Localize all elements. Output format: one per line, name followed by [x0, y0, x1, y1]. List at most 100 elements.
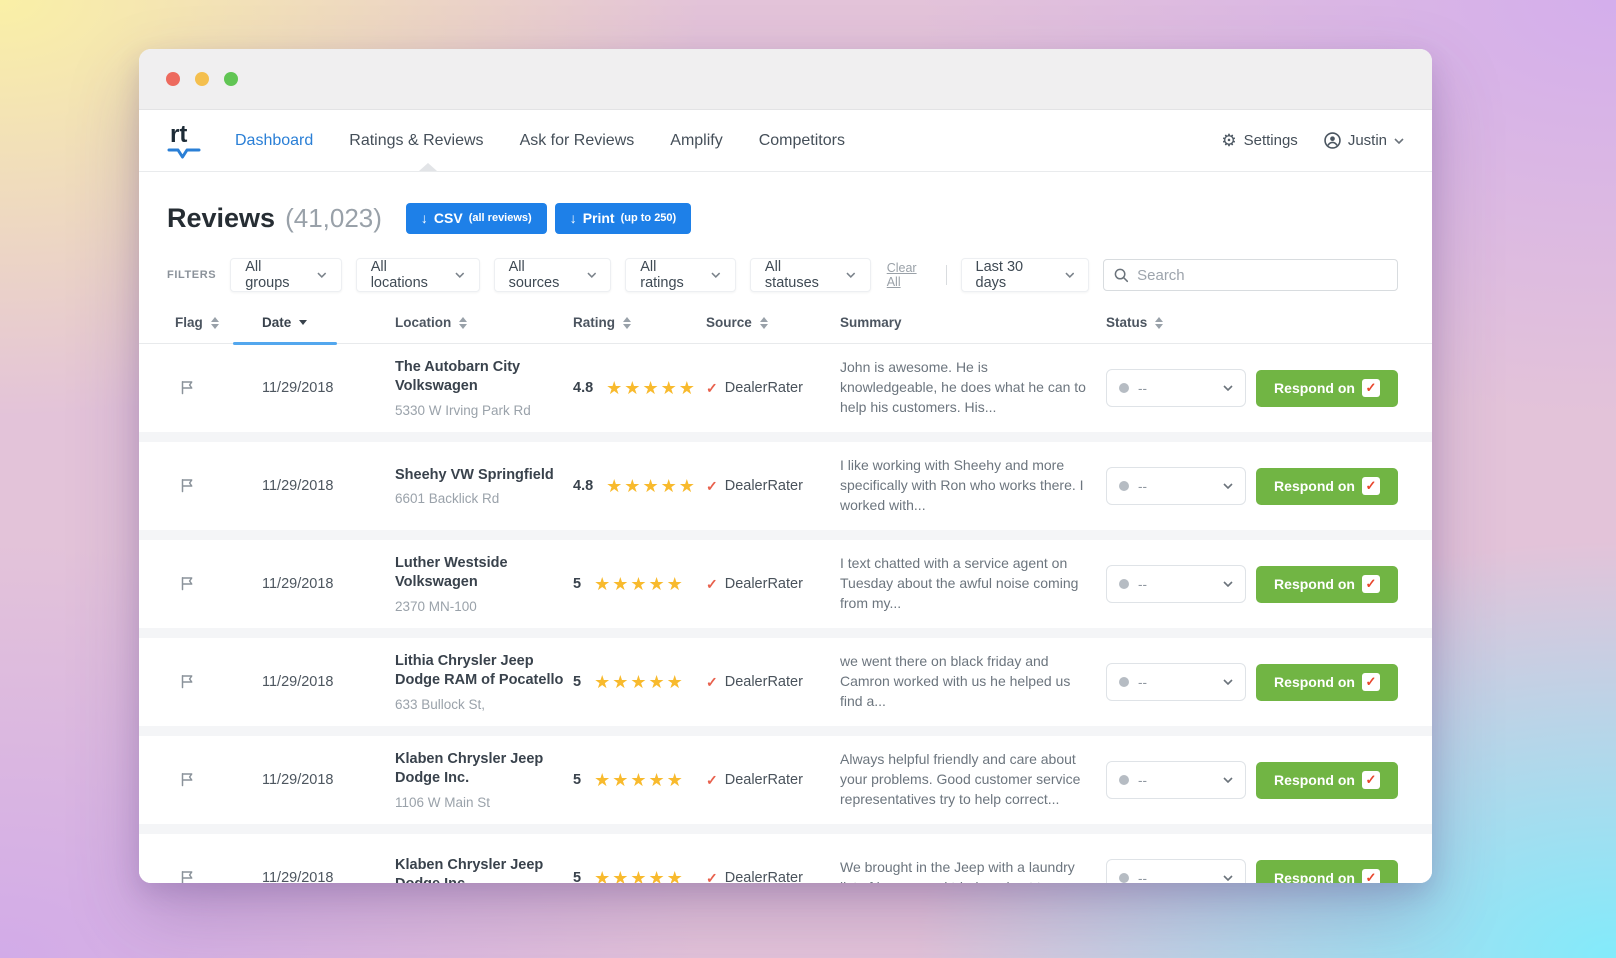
nav-item-ask-for-reviews[interactable]: Ask for Reviews — [520, 132, 635, 150]
source-check-icon: ✓ — [706, 380, 718, 397]
user-menu[interactable]: Justin — [1324, 132, 1404, 149]
status-dot-icon — [1119, 481, 1129, 491]
filter-ratings-dropdown[interactable]: All ratings — [625, 258, 736, 292]
chevron-down-icon — [587, 272, 597, 278]
respond-label: Respond on — [1274, 380, 1355, 396]
column-header-source[interactable]: Source — [706, 315, 840, 330]
download-icon: ↓ — [421, 210, 428, 226]
respond-button[interactable]: Respond on ✓ — [1256, 566, 1398, 603]
flag-icon[interactable] — [175, 475, 195, 496]
chevron-down-icon — [455, 272, 465, 278]
filters-label: FILTERS — [167, 269, 216, 281]
nav-item-amplify[interactable]: Amplify — [670, 132, 722, 150]
status-dropdown[interactable]: -- — [1106, 859, 1246, 883]
flag-icon[interactable] — [175, 769, 195, 790]
location-name: Klaben Chrysler Jeep Dodge Inc. — [395, 856, 573, 883]
table-row: 11/29/2018 Luther Westside Volkswagen237… — [139, 540, 1432, 628]
chevron-down-icon — [1065, 272, 1075, 278]
flag-icon[interactable] — [175, 671, 195, 692]
filter-label: All locations — [371, 259, 445, 291]
column-header-flag[interactable]: Flag — [175, 315, 262, 330]
status-dropdown[interactable]: -- — [1106, 761, 1246, 799]
divider — [946, 265, 947, 285]
respond-label: Respond on — [1274, 576, 1355, 592]
review-summary: we went there on black friday and Camron… — [840, 652, 1106, 712]
top-nav: rt Dashboard Ratings & Reviews Ask for R… — [139, 110, 1432, 172]
status-dropdown[interactable]: -- — [1106, 663, 1246, 701]
status-dropdown[interactable]: -- — [1106, 565, 1246, 603]
location-address: 633 Bullock St, — [395, 697, 573, 712]
column-header-date[interactable]: Date — [262, 315, 395, 330]
user-icon — [1324, 132, 1341, 149]
column-header-location[interactable]: Location — [395, 315, 573, 330]
search-field — [1103, 259, 1398, 291]
dealerrater-icon: ✓ — [1362, 575, 1380, 593]
chevron-down-icon — [317, 272, 327, 278]
print-label: Print — [583, 210, 615, 226]
header-label: Summary — [840, 315, 902, 330]
review-date: 11/29/2018 — [262, 674, 395, 690]
nav-item-dashboard[interactable]: Dashboard — [235, 132, 313, 150]
dealerrater-icon: ✓ — [1362, 673, 1380, 691]
respond-label: Respond on — [1274, 674, 1355, 690]
status-value: -- — [1138, 381, 1147, 396]
review-count: (41,023) — [285, 203, 382, 234]
filter-statuses-dropdown[interactable]: All statuses — [750, 258, 871, 292]
rating-value: 4.8 — [573, 380, 593, 396]
flag-icon[interactable] — [175, 377, 195, 398]
chevron-down-icon — [1223, 581, 1233, 587]
status-dropdown[interactable]: -- — [1106, 467, 1246, 505]
date-range-label: Last 30 days — [976, 259, 1055, 291]
flag-icon[interactable] — [175, 867, 195, 884]
sort-icon — [1155, 317, 1163, 329]
user-name: Justin — [1348, 132, 1387, 149]
rating-value: 5 — [573, 772, 581, 788]
filter-groups-dropdown[interactable]: All groups — [230, 258, 341, 292]
nav-item-competitors[interactable]: Competitors — [759, 132, 845, 150]
csv-export-button[interactable]: ↓ CSV (all reviews) — [406, 203, 547, 234]
status-dropdown[interactable]: -- — [1106, 369, 1246, 407]
column-header-status[interactable]: Status — [1106, 315, 1256, 330]
respond-button[interactable]: Respond on ✓ — [1256, 664, 1398, 701]
clear-all-link[interactable]: Clear All — [887, 261, 932, 289]
print-button[interactable]: ↓ Print (up to 250) — [555, 203, 692, 234]
search-icon — [1114, 268, 1129, 283]
sorted-column-indicator — [233, 342, 337, 345]
close-window-icon[interactable] — [166, 72, 180, 86]
header-label: Rating — [573, 315, 615, 330]
page-title: Reviews — [167, 203, 275, 234]
review-date: 11/29/2018 — [262, 478, 395, 494]
source-name: DealerRater — [725, 380, 803, 396]
settings-button[interactable]: ⚙ Settings — [1221, 132, 1297, 149]
status-dot-icon — [1119, 677, 1129, 687]
minimize-window-icon[interactable] — [195, 72, 209, 86]
source-check-icon: ✓ — [706, 870, 718, 884]
print-note: (up to 250) — [621, 212, 677, 224]
chevron-down-icon — [846, 272, 856, 278]
review-summary: John is awesome. He is knowledgeable, he… — [840, 358, 1106, 418]
status-value: -- — [1138, 871, 1147, 884]
page-header: Reviews (41,023) ↓ CSV (all reviews) ↓ P… — [167, 198, 1398, 238]
source-name: DealerRater — [725, 478, 803, 494]
gear-icon: ⚙ — [1221, 132, 1236, 149]
table-row: 11/29/2018 The Autobarn City Volkswagen5… — [139, 344, 1432, 432]
location-name: Klaben Chrysler Jeep Dodge Inc. — [395, 750, 573, 788]
search-input[interactable] — [1137, 267, 1387, 284]
respond-button[interactable]: Respond on ✓ — [1256, 370, 1398, 407]
date-range-dropdown[interactable]: Last 30 days — [961, 258, 1090, 292]
zoom-window-icon[interactable] — [224, 72, 238, 86]
filter-locations-dropdown[interactable]: All locations — [356, 258, 480, 292]
review-date: 11/29/2018 — [262, 870, 395, 883]
header-label: Date — [262, 315, 291, 330]
respond-button[interactable]: Respond on✓ — [1256, 468, 1398, 505]
flag-icon[interactable] — [175, 573, 195, 594]
respond-button[interactable]: Respond on✓ — [1256, 860, 1398, 884]
desktop-background: rt Dashboard Ratings & Reviews Ask for R… — [0, 0, 1616, 958]
reviewtrackers-logo[interactable]: rt — [167, 123, 205, 159]
filter-sources-dropdown[interactable]: All sources — [494, 258, 612, 292]
nav-item-ratings-reviews[interactable]: Ratings & Reviews — [349, 132, 483, 150]
respond-button[interactable]: Respond on✓ — [1256, 762, 1398, 799]
sort-icon — [459, 317, 467, 329]
column-header-rating[interactable]: Rating — [573, 315, 706, 330]
dealerrater-icon: ✓ — [1362, 379, 1380, 397]
